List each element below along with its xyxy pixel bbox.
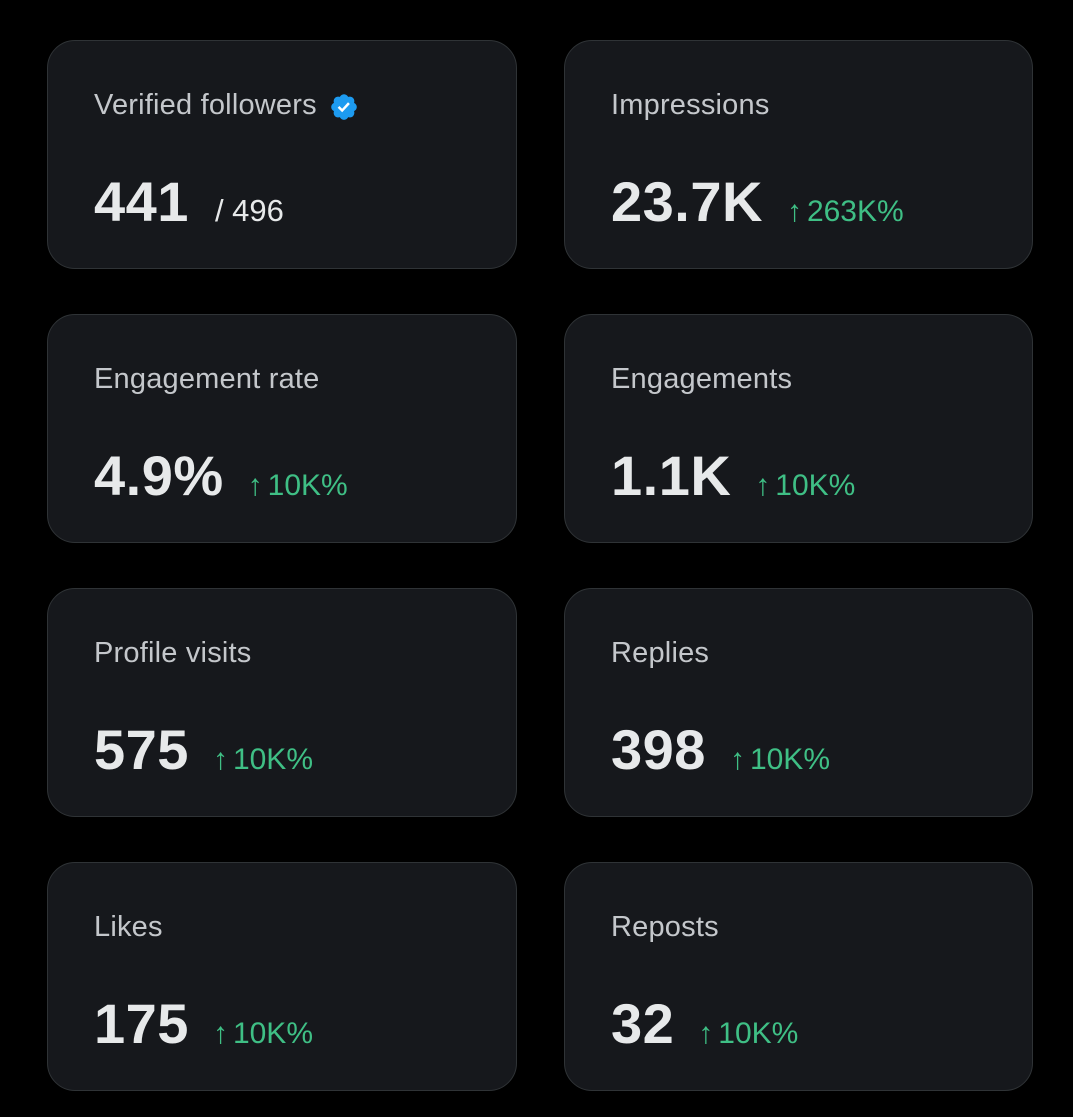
metric-card-engagement-rate[interactable]: Engagement rate 4.9% ↑ 10K% <box>47 314 517 543</box>
arrow-up-icon: ↑ <box>247 469 263 502</box>
metric-label-text: Verified followers <box>94 89 317 121</box>
metric-card-replies[interactable]: Replies 398 ↑ 10K% <box>564 588 1033 817</box>
metric-card-profile-visits[interactable]: Profile visits 575 ↑ 10K% <box>47 588 517 817</box>
metric-change: ↑ 10K% <box>213 1017 313 1051</box>
metric-value: 398 <box>611 718 706 781</box>
metric-label: Engagement rate <box>94 363 319 396</box>
metric-value: 441 <box>94 170 189 233</box>
arrow-up-icon: ↑ <box>212 743 228 776</box>
metric-label-text: Engagements <box>611 363 793 395</box>
metric-change: ↑ 263K% <box>787 195 904 229</box>
metric-value: 175 <box>94 992 189 1055</box>
metric-change: ↑ 10K% <box>698 1017 798 1051</box>
metric-card-reposts[interactable]: Reposts 32 ↑ 10K% <box>564 862 1033 1091</box>
metric-change-text: 10K% <box>232 1017 313 1050</box>
metric-change-text: 10K% <box>267 469 348 502</box>
metric-value-row: 32 ↑ 10K% <box>611 991 798 1056</box>
metric-value-row: 175 ↑ 10K% <box>94 991 313 1056</box>
metric-value: 1.1K <box>611 444 732 507</box>
arrow-up-icon: ↑ <box>755 469 771 502</box>
metric-label-text: Reposts <box>611 911 719 943</box>
metric-card-engagements[interactable]: Engagements 1.1K ↑ 10K% <box>564 314 1033 543</box>
arrow-up-icon: ↑ <box>786 195 802 228</box>
metric-total: / 496 <box>214 193 284 228</box>
verified-badge-icon <box>329 92 359 122</box>
metric-card-impressions[interactable]: Impressions 23.7K ↑ 263K% <box>564 40 1033 269</box>
metric-change: ↑ 10K% <box>730 743 830 777</box>
metric-label: Likes <box>94 911 163 944</box>
metric-value: 575 <box>94 718 189 781</box>
metric-change: ↑ 10K% <box>755 469 855 503</box>
metric-value: 23.7K <box>611 170 763 233</box>
metric-change-text: 10K% <box>775 469 856 502</box>
metric-label: Engagements <box>611 363 792 396</box>
metrics-grid: Verified followers 441 / 496 Impressions… <box>47 40 1033 1091</box>
metric-label: Profile visits <box>94 637 252 670</box>
metric-value-row: 23.7K ↑ 263K% <box>611 169 904 234</box>
metric-change-text: 10K% <box>749 743 830 776</box>
metric-value: 4.9% <box>94 444 224 507</box>
metric-label-text: Engagement rate <box>94 363 320 395</box>
metric-change-text: 10K% <box>718 1017 799 1050</box>
metric-label-text: Replies <box>611 637 710 669</box>
metric-value-row: 575 ↑ 10K% <box>94 717 313 782</box>
metric-change: ↑ 10K% <box>213 743 313 777</box>
arrow-up-icon: ↑ <box>212 1017 228 1050</box>
metric-value: 32 <box>611 992 675 1055</box>
metric-label: Verified followers <box>94 89 359 122</box>
arrow-up-icon: ↑ <box>698 1017 714 1050</box>
metric-change-text: 10K% <box>232 743 313 776</box>
metric-label-text: Likes <box>94 911 163 943</box>
metric-value-row: 1.1K ↑ 10K% <box>611 443 855 508</box>
metric-label: Reposts <box>611 911 719 944</box>
metric-change-text: 263K% <box>806 195 904 228</box>
metric-label-text: Profile visits <box>94 637 252 669</box>
metric-value-row: 4.9% ↑ 10K% <box>94 443 348 508</box>
metric-change: ↑ 10K% <box>248 469 348 503</box>
metric-label: Impressions <box>611 89 770 122</box>
metric-card-verified-followers[interactable]: Verified followers 441 / 496 <box>47 40 517 269</box>
metric-value-row: 398 ↑ 10K% <box>611 717 830 782</box>
metric-card-likes[interactable]: Likes 175 ↑ 10K% <box>47 862 517 1091</box>
metric-label-text: Impressions <box>611 89 770 121</box>
arrow-up-icon: ↑ <box>729 743 745 776</box>
metric-value-row: 441 / 496 <box>94 169 284 234</box>
metric-label: Replies <box>611 637 709 670</box>
